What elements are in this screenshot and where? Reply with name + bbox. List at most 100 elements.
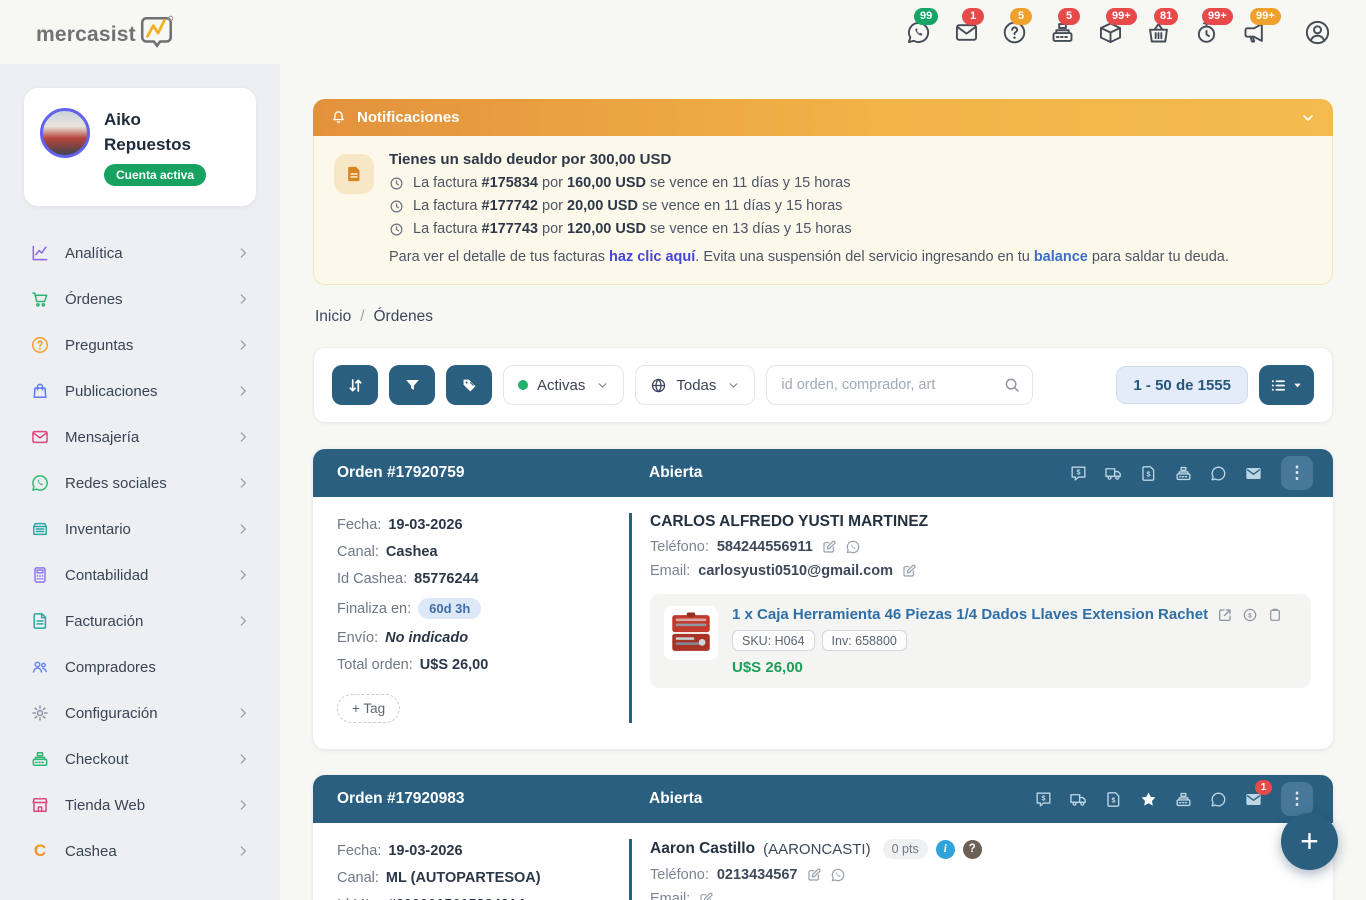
- account-status-badge: Cuenta activa: [104, 164, 206, 186]
- add-order-fab[interactable]: +: [1281, 813, 1338, 870]
- sidebar-menu: Analítica Órdenes Preguntas Publicacione…: [24, 230, 256, 874]
- clipboard-icon[interactable]: [1267, 607, 1283, 623]
- megaphone-icon[interactable]: 99+: [1241, 19, 1268, 46]
- balance-link[interactable]: balance: [1034, 249, 1088, 265]
- order-date: 19-03-2026: [388, 843, 462, 859]
- order-channel: Cashea: [386, 544, 438, 560]
- gear-icon: [30, 703, 50, 723]
- channel-filter-dropdown[interactable]: Todas: [635, 365, 755, 405]
- sidebar-item-contabilidad[interactable]: Contabilidad: [24, 552, 256, 598]
- search-input[interactable]: [766, 365, 1033, 405]
- sidebar-item-label: Contabilidad: [65, 567, 148, 584]
- edit-icon[interactable]: [806, 867, 822, 883]
- cash-register-icon[interactable]: [1174, 464, 1193, 483]
- chevron-right-icon: [236, 844, 250, 858]
- edit-icon[interactable]: [698, 891, 714, 900]
- more-options-button[interactable]: ⋮: [1281, 456, 1313, 490]
- cash-register-icon[interactable]: 5: [1049, 19, 1076, 46]
- product-price: U$S 26,00: [732, 659, 1283, 676]
- edit-icon[interactable]: [901, 563, 917, 579]
- buyer-email: carlosyusti0510@gmail.com: [698, 563, 893, 579]
- status-filter-dropdown[interactable]: Activas: [503, 365, 624, 405]
- mail-icon[interactable]: [1244, 464, 1263, 483]
- chat-icon[interactable]: [1209, 790, 1228, 809]
- sidebar-item-compradores[interactable]: Compradores: [24, 644, 256, 690]
- truck-icon[interactable]: [1069, 790, 1088, 809]
- app-logo[interactable]: mercasist: [36, 13, 176, 51]
- notifications-banner: Notificaciones Tienes un saldo deudor po…: [313, 99, 1333, 285]
- sidebar-item-label: Compradores: [65, 659, 156, 676]
- tag-filter-button[interactable]: [446, 365, 492, 405]
- question-icon: [30, 335, 50, 355]
- order-channel: ML (AUTOPARTESOA): [386, 870, 541, 886]
- invoice-dollar-icon[interactable]: $: [1139, 464, 1158, 483]
- bag-icon: [30, 381, 50, 401]
- sidebar-item-inventario[interactable]: Inventario: [24, 506, 256, 552]
- sidebar-item-ordenes[interactable]: Órdenes: [24, 276, 256, 322]
- mail-badge: 1: [962, 8, 984, 25]
- chat-icon[interactable]: [1209, 464, 1228, 483]
- comment-dollar-icon[interactable]: $: [1034, 790, 1053, 809]
- help-icon[interactable]: 5: [1001, 19, 1028, 46]
- whatsapp-icon: [30, 473, 50, 493]
- filter-button[interactable]: [389, 365, 435, 405]
- invoice-line: La factura #177743 por 120,00 USD se ven…: [389, 221, 1229, 237]
- sidebar-item-facturacion[interactable]: Facturación: [24, 598, 256, 644]
- megaphone-badge: 99+: [1250, 8, 1281, 25]
- package-icon[interactable]: 99+: [1097, 19, 1124, 46]
- sidebar-item-cashea[interactable]: C Cashea: [24, 828, 256, 874]
- basket-icon[interactable]: 81: [1145, 19, 1172, 46]
- add-tag-button[interactable]: + Tag: [337, 694, 400, 723]
- whatsapp-icon[interactable]: 99: [905, 19, 932, 46]
- sidebar-item-checkout[interactable]: Checkout: [24, 736, 256, 782]
- svg-text:$: $: [1248, 612, 1252, 619]
- whatsapp-icon[interactable]: [845, 539, 861, 555]
- product-thumbnail[interactable]: [664, 606, 718, 660]
- clock-icon: [389, 222, 404, 237]
- sidebar-item-preguntas[interactable]: Preguntas: [24, 322, 256, 368]
- mail-icon[interactable]: 1: [953, 19, 980, 46]
- order-shipping: No indicado: [385, 630, 468, 646]
- order-status: Abierta: [649, 464, 702, 482]
- whatsapp-icon[interactable]: [830, 867, 846, 883]
- sidebar-item-label: Facturación: [65, 613, 143, 630]
- invoices-detail-link[interactable]: haz clic aquí: [609, 249, 695, 265]
- sidebar-item-configuracion[interactable]: Configuración: [24, 690, 256, 736]
- order-body: Fecha:19-03-2026 Canal:ML (AUTOPARTESOA)…: [313, 823, 1333, 900]
- invoice-dollar-icon[interactable]: $: [1104, 790, 1123, 809]
- dollar-circle-icon[interactable]: $: [1242, 607, 1258, 623]
- list-view-icon: [1270, 377, 1287, 394]
- pagination-range[interactable]: 1 - 50 de 1555: [1116, 366, 1248, 404]
- sort-button[interactable]: [332, 365, 378, 405]
- sidebar-item-redes-sociales[interactable]: Redes sociales: [24, 460, 256, 506]
- cash-register-icon[interactable]: [1174, 790, 1193, 809]
- sidebar-item-analitica[interactable]: Analítica: [24, 230, 256, 276]
- sidebar-item-mensajeria[interactable]: Mensajería: [24, 414, 256, 460]
- view-mode-button[interactable]: [1259, 365, 1314, 405]
- help-icon[interactable]: ?: [963, 840, 982, 859]
- cashea-icon: C: [30, 841, 50, 861]
- mail-icon[interactable]: 1: [1244, 790, 1263, 809]
- account-name: Aiko Repuestos: [104, 108, 214, 157]
- star-icon[interactable]: [1139, 790, 1158, 809]
- comment-dollar-icon[interactable]: $: [1069, 464, 1088, 483]
- orders-toolbar: Activas Todas 1 - 50 de 1555: [313, 347, 1333, 423]
- info-icon[interactable]: i: [936, 840, 955, 859]
- breadcrumb-home[interactable]: Inicio: [315, 308, 351, 326]
- notifications-header[interactable]: Notificaciones: [313, 99, 1333, 136]
- profile-icon[interactable]: [1303, 18, 1332, 47]
- external-link-icon[interactable]: [1217, 607, 1233, 623]
- product-title-link[interactable]: 1 x Caja Herramienta 46 Piezas 1/4 Dados…: [732, 606, 1208, 623]
- chevron-down-icon: [1292, 380, 1303, 391]
- account-card[interactable]: Aiko Repuestos Cuenta activa: [24, 88, 256, 206]
- edit-icon[interactable]: [821, 539, 837, 555]
- sidebar-item-publicaciones[interactable]: Publicaciones: [24, 368, 256, 414]
- timer-icon[interactable]: 99+: [1193, 19, 1220, 46]
- globe-icon: [650, 377, 667, 394]
- svg-text:$: $: [1042, 794, 1046, 802]
- sidebar-item-tienda-web[interactable]: Tienda Web: [24, 782, 256, 828]
- more-options-button[interactable]: ⋮: [1281, 782, 1313, 816]
- chevron-down-icon: [596, 379, 609, 392]
- truck-icon[interactable]: [1104, 464, 1123, 483]
- order-actions: $ $ 1 ⋮: [1034, 782, 1313, 816]
